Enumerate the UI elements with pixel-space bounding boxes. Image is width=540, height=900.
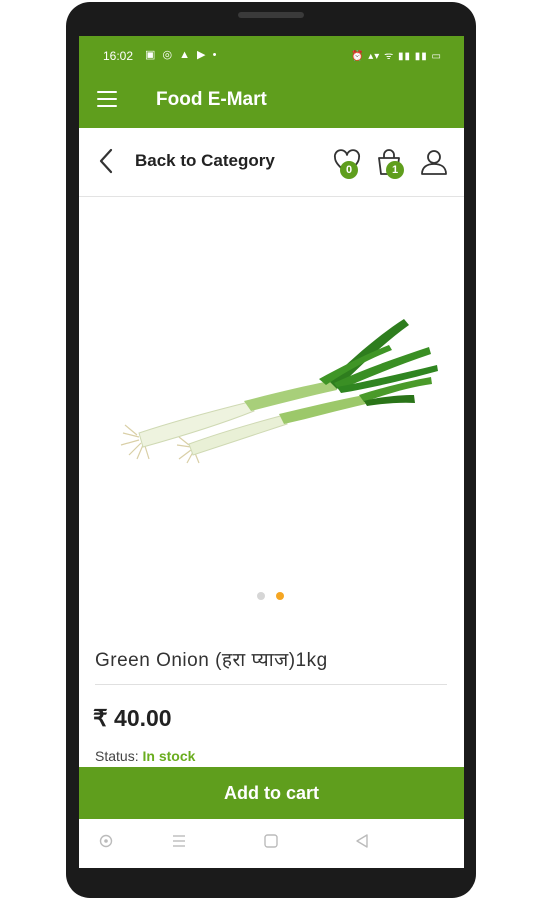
status-time: 16:02 bbox=[103, 49, 134, 63]
app-title: Food E-Mart bbox=[156, 89, 267, 110]
product-image-green-onion[interactable] bbox=[79, 197, 464, 577]
back-triangle-icon[interactable] bbox=[354, 833, 370, 849]
stock-status: Status: In stock bbox=[95, 748, 195, 764]
account-button[interactable] bbox=[419, 148, 449, 178]
phone-speaker bbox=[238, 12, 304, 18]
product-title: Green Onion (हरा प्याज)1kg bbox=[95, 650, 328, 671]
app-bar: Food E-Mart bbox=[79, 74, 464, 128]
divider bbox=[95, 684, 447, 685]
circle-icon[interactable] bbox=[98, 833, 114, 849]
system-status-icons: ⏰ ▴▾ ᯤ ▮▮ ▮▮ ▭ bbox=[351, 51, 442, 62]
cart-count-badge: 1 bbox=[386, 161, 404, 179]
product-nav-bar: Back to Category 0 1 bbox=[79, 128, 464, 197]
stock-status-value: In stock bbox=[142, 748, 196, 764]
carousel-dot[interactable] bbox=[257, 592, 265, 600]
recent-apps-icon[interactable] bbox=[171, 833, 187, 849]
carousel-dot-active[interactable] bbox=[276, 592, 284, 600]
cart-button[interactable]: 1 bbox=[375, 148, 405, 179]
wishlist-count-badge: 0 bbox=[340, 161, 358, 179]
user-icon bbox=[421, 150, 447, 175]
product-price: ₹ 40.00 bbox=[93, 705, 172, 731]
app-screen: 16:02 ▣ ◎ ▲ ▶ • ⏰ ▴▾ ᯤ ▮▮ ▮▮ ▭ Food E-Ma… bbox=[79, 36, 464, 868]
hamburger-icon[interactable] bbox=[97, 91, 119, 109]
back-to-category-link[interactable]: Back to Category bbox=[135, 151, 275, 171]
status-bar: 16:02 ▣ ◎ ▲ ▶ • ⏰ ▴▾ ᯤ ▮▮ ▮▮ ▭ bbox=[79, 36, 464, 74]
add-to-cart-button[interactable]: Add to cart bbox=[79, 767, 464, 819]
system-nav-bar bbox=[79, 819, 464, 868]
chevron-left-icon[interactable] bbox=[95, 146, 119, 176]
home-icon[interactable] bbox=[263, 833, 279, 849]
wishlist-button[interactable]: 0 bbox=[332, 148, 362, 179]
notification-icons: ▣ ◎ ▲ ▶ • bbox=[145, 49, 219, 61]
stock-status-label: Status: bbox=[95, 748, 139, 764]
